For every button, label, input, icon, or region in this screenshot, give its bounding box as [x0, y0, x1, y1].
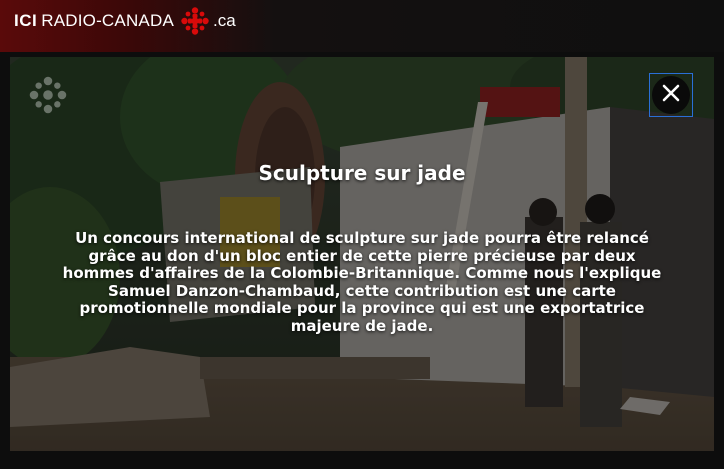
radio-canada-logo-link[interactable]: ICI RADIO-CANADA .ca	[14, 6, 236, 36]
video-description: Un concours international de sculpture s…	[62, 229, 662, 335]
page: ICI RADIO-CANADA .ca Sculpture sur jade …	[0, 0, 724, 469]
radio-canada-gem-icon	[28, 75, 68, 115]
video-title: Sculpture sur jade	[258, 161, 466, 185]
close-button-circle	[652, 76, 690, 114]
video-player[interactable]: Sculpture sur jade Un concours internati…	[10, 57, 714, 451]
close-button[interactable]	[649, 73, 693, 117]
logo-tld-text: .ca	[212, 11, 236, 30]
logo-ici-text: ICI	[14, 11, 38, 30]
radio-canada-gem-icon	[180, 6, 210, 36]
close-icon	[662, 84, 680, 106]
site-header: ICI RADIO-CANADA .ca	[0, 0, 724, 52]
logo-name-text: RADIO-CANADA	[41, 11, 174, 30]
